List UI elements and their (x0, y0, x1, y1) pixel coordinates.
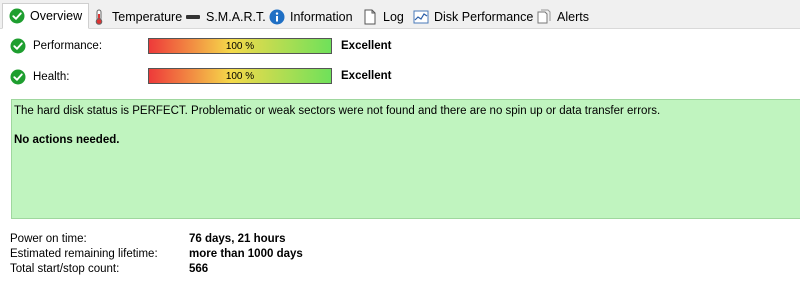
health-row: Health: (10, 67, 69, 87)
tab-label: S.M.A.R.T. (206, 9, 266, 24)
thermometer-icon (91, 9, 107, 25)
status-message: The hard disk status is PERFECT. Problem… (14, 105, 661, 117)
check-circle-icon (10, 38, 26, 54)
info-icon (269, 9, 285, 25)
remaining-lifetime-value: more than 1000 days (189, 248, 303, 260)
tab-strip: Overview Temperature S.M.A.R.T. Informat… (0, 0, 800, 29)
performance-label: Performance: (33, 40, 103, 52)
performance-bar: 100 % (148, 38, 332, 54)
start-stop-count-value: 566 (189, 263, 209, 275)
tab-overview[interactable]: Overview (2, 3, 90, 29)
tab-label: Log (383, 9, 404, 24)
status-action: No actions needed. (14, 134, 120, 146)
tab-log[interactable]: Log (355, 5, 411, 27)
status-panel: The hard disk status is PERFECT. Problem… (11, 99, 800, 219)
tab-alerts[interactable]: Alerts (529, 5, 596, 27)
document-icon (362, 9, 378, 25)
tab-label: Disk Performance (434, 9, 534, 24)
check-circle-icon (9, 8, 25, 24)
check-circle-icon (10, 69, 26, 85)
health-label: Health: (33, 71, 70, 83)
tab-disk-performance[interactable]: Disk Performance (406, 5, 540, 27)
tab-label: Alerts (557, 9, 589, 24)
power-on-time-value: 76 days, 21 hours (189, 233, 286, 245)
tab-temperature[interactable]: Temperature (84, 5, 189, 27)
health-percent: 100 % (225, 70, 255, 82)
start-stop-count-label: Total start/stop count: (10, 263, 120, 275)
drive-icon (185, 9, 201, 25)
tab-label: Overview (30, 9, 83, 23)
chart-icon (413, 9, 429, 25)
remaining-lifetime-label: Estimated remaining lifetime: (10, 248, 158, 260)
health-rating: Excellent (341, 70, 392, 82)
pages-icon (536, 9, 552, 25)
tab-label: Information (290, 9, 353, 24)
tab-smart[interactable]: S.M.A.R.T. (178, 5, 273, 27)
performance-percent: 100 % (225, 40, 255, 52)
tab-label: Temperature (112, 9, 183, 24)
performance-row: Performance: (10, 36, 102, 56)
performance-rating: Excellent (341, 40, 392, 52)
tab-information[interactable]: Information (262, 5, 360, 27)
health-bar: 100 % (148, 68, 332, 84)
power-on-time-label: Power on time: (10, 233, 87, 245)
